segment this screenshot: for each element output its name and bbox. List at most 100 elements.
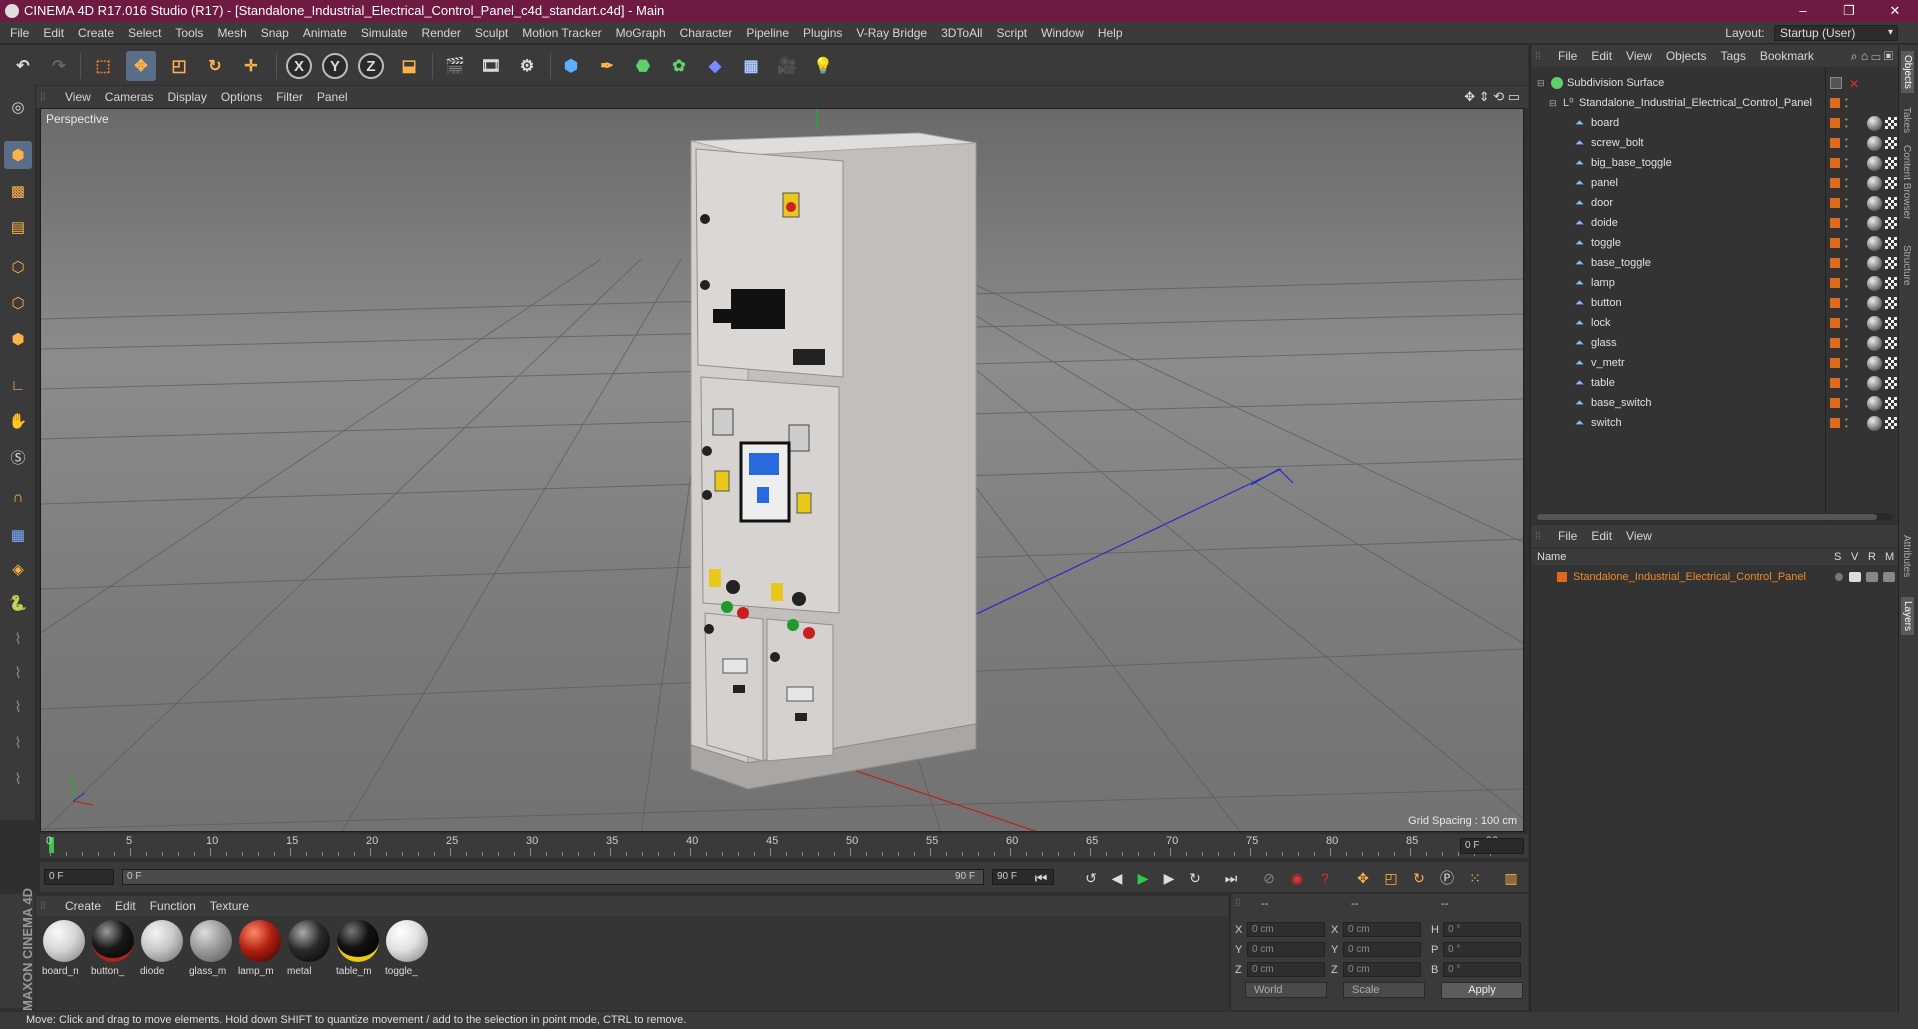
visibility-dots[interactable]: • • [1845, 236, 1848, 251]
size-z-field[interactable]: 0 cm [1343, 962, 1421, 977]
material-swatch[interactable]: glass_m [189, 920, 233, 980]
key-rotation-icon[interactable]: ↻ [1408, 867, 1430, 889]
layer-manager-toggle-icon[interactable] [1883, 572, 1895, 582]
visibility-dots[interactable]: • • [1845, 156, 1848, 171]
viewport-menu-panel[interactable]: Panel [310, 86, 355, 108]
points-mode-icon[interactable]: ⬡ [4, 253, 32, 281]
visibility-dots[interactable]: • • [1845, 296, 1848, 311]
menu-create[interactable]: Create [71, 22, 121, 44]
object-row-door[interactable]: ⏶ door • • [1531, 193, 1899, 213]
render-to-picture-viewer-icon[interactable]: 🎞 [476, 51, 506, 81]
object-row-v-metr[interactable]: ⏶ v_metr • • [1531, 353, 1899, 373]
material-swatch[interactable]: metal [287, 920, 331, 980]
uvw-tag-icon[interactable] [1885, 137, 1897, 149]
apply-button[interactable]: Apply [1441, 982, 1523, 999]
array-generator-icon[interactable]: ✿ [664, 51, 694, 81]
object-row-screw-bolt[interactable]: ⏶ screw_bolt • • [1531, 133, 1899, 153]
current-frame-field[interactable]: 0 F [1460, 838, 1524, 854]
tab-structure[interactable]: Structure [1901, 245, 1912, 286]
material-tag-icon[interactable] [1867, 136, 1882, 151]
material-swatch[interactable]: board_n [42, 920, 86, 980]
layer-menu-edit[interactable]: Edit [1584, 525, 1619, 547]
menu-mesh[interactable]: Mesh [210, 22, 253, 44]
menu-vray-bridge[interactable]: V-Ray Bridge [849, 22, 934, 44]
menu-simulate[interactable]: Simulate [354, 22, 415, 44]
uvw-tag-icon[interactable] [1885, 397, 1897, 409]
object-horizontal-scrollbar[interactable] [1537, 513, 1893, 521]
material-tag-icon[interactable] [1867, 256, 1882, 271]
object-row-button[interactable]: ⏶ button • • [1531, 293, 1899, 313]
uvw-tag-icon[interactable] [1885, 117, 1897, 129]
size-x-field[interactable]: 0 cm [1343, 922, 1421, 937]
coord-scale-dropdown[interactable]: Scale [1343, 982, 1425, 998]
solo-icon[interactable]: ◈ [4, 555, 32, 583]
menu-edit[interactable]: Edit [36, 22, 71, 44]
start-frame-field[interactable]: 0 F [44, 869, 114, 885]
tweak-mode-icon[interactable]: ✋ [4, 407, 32, 435]
visibility-dots[interactable]: • • [1845, 216, 1848, 231]
goto-start-icon[interactable]: ⏮ [1030, 867, 1052, 889]
goto-end-icon[interactable]: ⏭ [1220, 867, 1242, 889]
visibility-dots[interactable]: • • [1845, 196, 1848, 211]
layer-color-swatch[interactable] [1557, 572, 1567, 582]
viewport-menu-options[interactable]: Options [214, 86, 269, 108]
scale-tool-icon[interactable]: ◰ [164, 51, 194, 81]
layer-row[interactable]: Standalone_Industrial_Electrical_Control… [1531, 567, 1899, 587]
transform-tool-icon[interactable]: ✛ [236, 51, 266, 81]
material-tag-icon[interactable] [1867, 356, 1882, 371]
material-tag-icon[interactable] [1867, 176, 1882, 191]
object-row-switch[interactable]: ⏶ switch • • [1531, 413, 1899, 433]
make-editable-icon[interactable]: ◎ [4, 93, 32, 121]
texture-mode-icon[interactable]: ▩ [4, 177, 32, 205]
object-row-lock[interactable]: ⏶ lock • • [1531, 313, 1899, 333]
key-pla-icon[interactable]: ⁙ [1464, 867, 1486, 889]
rotation-h-field[interactable]: 0 ° [1443, 922, 1521, 937]
uvw-tag-icon[interactable] [1885, 297, 1897, 309]
3d-viewport[interactable]: Perspective Grid Spacing : 100 cm [40, 108, 1524, 832]
frame-range-slider[interactable]: 0 F 90 F [122, 869, 984, 885]
next-key-icon[interactable]: ↻ [1184, 867, 1206, 889]
viewport-menu-view[interactable]: View [58, 86, 98, 108]
uvw-tag-icon[interactable] [1885, 277, 1897, 289]
visibility-dots[interactable]: • • [1845, 336, 1848, 351]
menu-file[interactable]: File [3, 22, 36, 44]
material-menu-edit[interactable]: Edit [108, 896, 143, 916]
sculpt-brush-icon[interactable]: ⌇ [4, 625, 32, 653]
undo-icon[interactable]: ↶ [8, 51, 38, 81]
material-tag-icon[interactable] [1867, 396, 1882, 411]
pull-brush-icon[interactable]: ⌇ [4, 693, 32, 721]
z-axis-lock-button[interactable]: Z [356, 51, 386, 81]
play-icon[interactable]: ▶ [1132, 867, 1154, 889]
visibility-dots[interactable]: • • [1845, 96, 1848, 111]
subdivision-generator-icon[interactable]: ⬣ [628, 51, 658, 81]
next-frame-icon[interactable]: ▶ [1158, 867, 1180, 889]
menu-plugins[interactable]: Plugins [796, 22, 849, 44]
object-row-big-base-toggle[interactable]: ⏶ big_base_toggle • • [1531, 153, 1899, 173]
menu-select[interactable]: Select [121, 22, 168, 44]
minimize-button[interactable]: – [1780, 0, 1826, 22]
visibility-dots[interactable]: • • [1845, 316, 1848, 331]
visibility-dots[interactable]: • • [1845, 116, 1848, 131]
redo-icon[interactable]: ↷ [44, 51, 74, 81]
rotation-b-field[interactable]: 0 ° [1443, 962, 1521, 977]
uvw-tag-icon[interactable] [1885, 257, 1897, 269]
smooth-brush-icon[interactable]: ⌇ [4, 659, 32, 687]
menu-render[interactable]: Render [415, 22, 468, 44]
layer-icon[interactable] [1830, 77, 1842, 89]
object-row-board[interactable]: ⏶ board • • [1531, 113, 1899, 133]
live-selection-icon[interactable]: ⬚ [88, 51, 118, 81]
material-tag-icon[interactable] [1867, 116, 1882, 131]
uvw-tag-icon[interactable] [1885, 217, 1897, 229]
material-tag-icon[interactable] [1867, 156, 1882, 171]
uvw-tag-icon[interactable] [1885, 337, 1897, 349]
menu-mograph[interactable]: MoGraph [609, 22, 673, 44]
menu-tools[interactable]: Tools [168, 22, 210, 44]
flatten-brush-icon[interactable]: ⌇ [4, 765, 32, 793]
size-y-field[interactable]: 0 cm [1343, 942, 1421, 957]
object-menu-objects[interactable]: Objects [1659, 45, 1714, 67]
material-tag-icon[interactable] [1867, 316, 1882, 331]
material-tag-icon[interactable] [1867, 196, 1882, 211]
layer-render-toggle-icon[interactable] [1866, 572, 1878, 582]
viewport-nav-icons[interactable]: ✥ ⇕ ⟲ ▭ [1464, 86, 1520, 108]
visibility-dots[interactable]: • • [1845, 276, 1848, 291]
